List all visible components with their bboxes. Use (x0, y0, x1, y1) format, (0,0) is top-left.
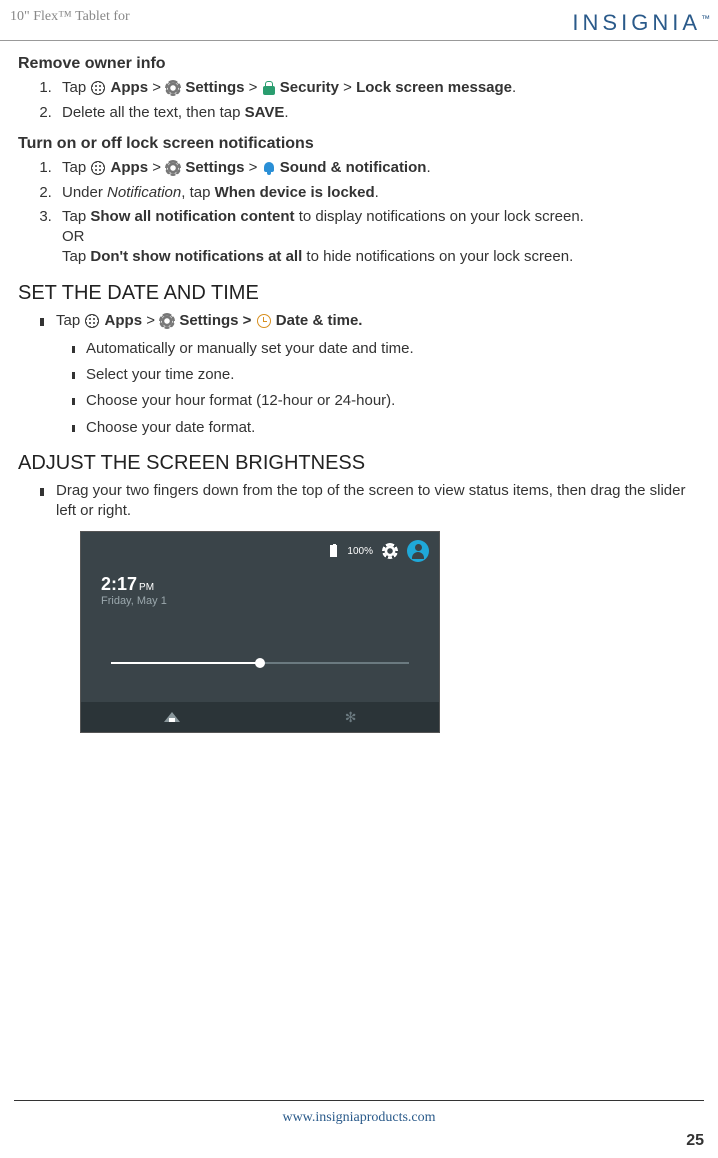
screenshot-panel: 100% 2:17PM Friday, May 1 ✻ (80, 531, 440, 733)
clock-time: 2:17PM (101, 572, 154, 596)
battery-icon (330, 545, 337, 557)
settings-icon[interactable] (383, 544, 397, 558)
wifi-icon[interactable] (164, 712, 180, 722)
step: Tap Show all notification content to dis… (56, 207, 704, 268)
gear-icon (160, 314, 174, 328)
bluetooth-icon[interactable]: ✻ (345, 708, 357, 727)
slider-thumb[interactable] (255, 658, 265, 668)
brand-logo: INSIGNIA™ (572, 8, 710, 38)
clock-icon (257, 314, 271, 328)
status-bar: 100% (330, 540, 429, 562)
slider-fill (111, 662, 260, 664)
section-date-time-title: SET THE DATE AND TIME (18, 280, 704, 307)
profile-icon[interactable] (407, 540, 429, 562)
page-header: 10" Flex™ Tablet for INSIGNIA™ (0, 0, 718, 41)
apps-icon (85, 314, 99, 328)
brightness-list: Drag your two fingers down from the top … (56, 481, 704, 522)
section-lock-notif-title: Turn on or off lock screen notifications (18, 133, 704, 155)
list-item: Drag your two fingers down from the top … (56, 481, 704, 522)
brightness-slider[interactable] (111, 662, 409, 664)
step: Under Notification, tap When device is l… (56, 183, 704, 203)
date-time-list: Tap Apps > Settings > Date & time. (56, 311, 704, 331)
date-time-sublist: Automatically or manually set your date … (86, 339, 704, 438)
section-remove-owner-title: Remove owner info (18, 53, 704, 75)
list-item: Choose your date format. (86, 418, 704, 438)
apps-icon (91, 81, 105, 95)
step: Tap Apps > Settings > Security > Lock sc… (56, 78, 704, 98)
footer-link[interactable]: www.insigniaproducts.com (282, 1110, 435, 1125)
remove-owner-steps: Tap Apps > Settings > Security > Lock sc… (56, 78, 704, 123)
lock-notif-steps: Tap Apps > Settings > Sound & notificati… (56, 158, 704, 267)
lock-icon (263, 81, 275, 95)
list-item: Automatically or manually set your date … (86, 339, 704, 359)
clock-date: Friday, May 1 (101, 594, 167, 609)
list-item: Tap Apps > Settings > Date & time. (56, 311, 704, 331)
step: Delete all the text, then tap SAVE. (56, 103, 704, 123)
battery-percent: 100% (347, 545, 373, 559)
bell-icon (263, 161, 275, 175)
step: Tap Apps > Settings > Sound & notificati… (56, 158, 704, 178)
page-number: 25 (686, 1130, 704, 1152)
list-item: Choose your hour format (12-hour or 24-h… (86, 391, 704, 411)
page-content: Remove owner info Tap Apps > Settings > … (0, 41, 718, 734)
bottom-icons: ✻ (81, 702, 439, 732)
header-product: 10" Flex™ Tablet for (10, 8, 130, 27)
gear-icon (166, 81, 180, 95)
gear-icon (166, 161, 180, 175)
section-brightness-title: ADJUST THE SCREEN BRIGHTNESS (18, 450, 704, 477)
page-footer: www.insigniaproducts.com (14, 1100, 704, 1128)
list-item: Select your time zone. (86, 365, 704, 385)
apps-icon (91, 161, 105, 175)
